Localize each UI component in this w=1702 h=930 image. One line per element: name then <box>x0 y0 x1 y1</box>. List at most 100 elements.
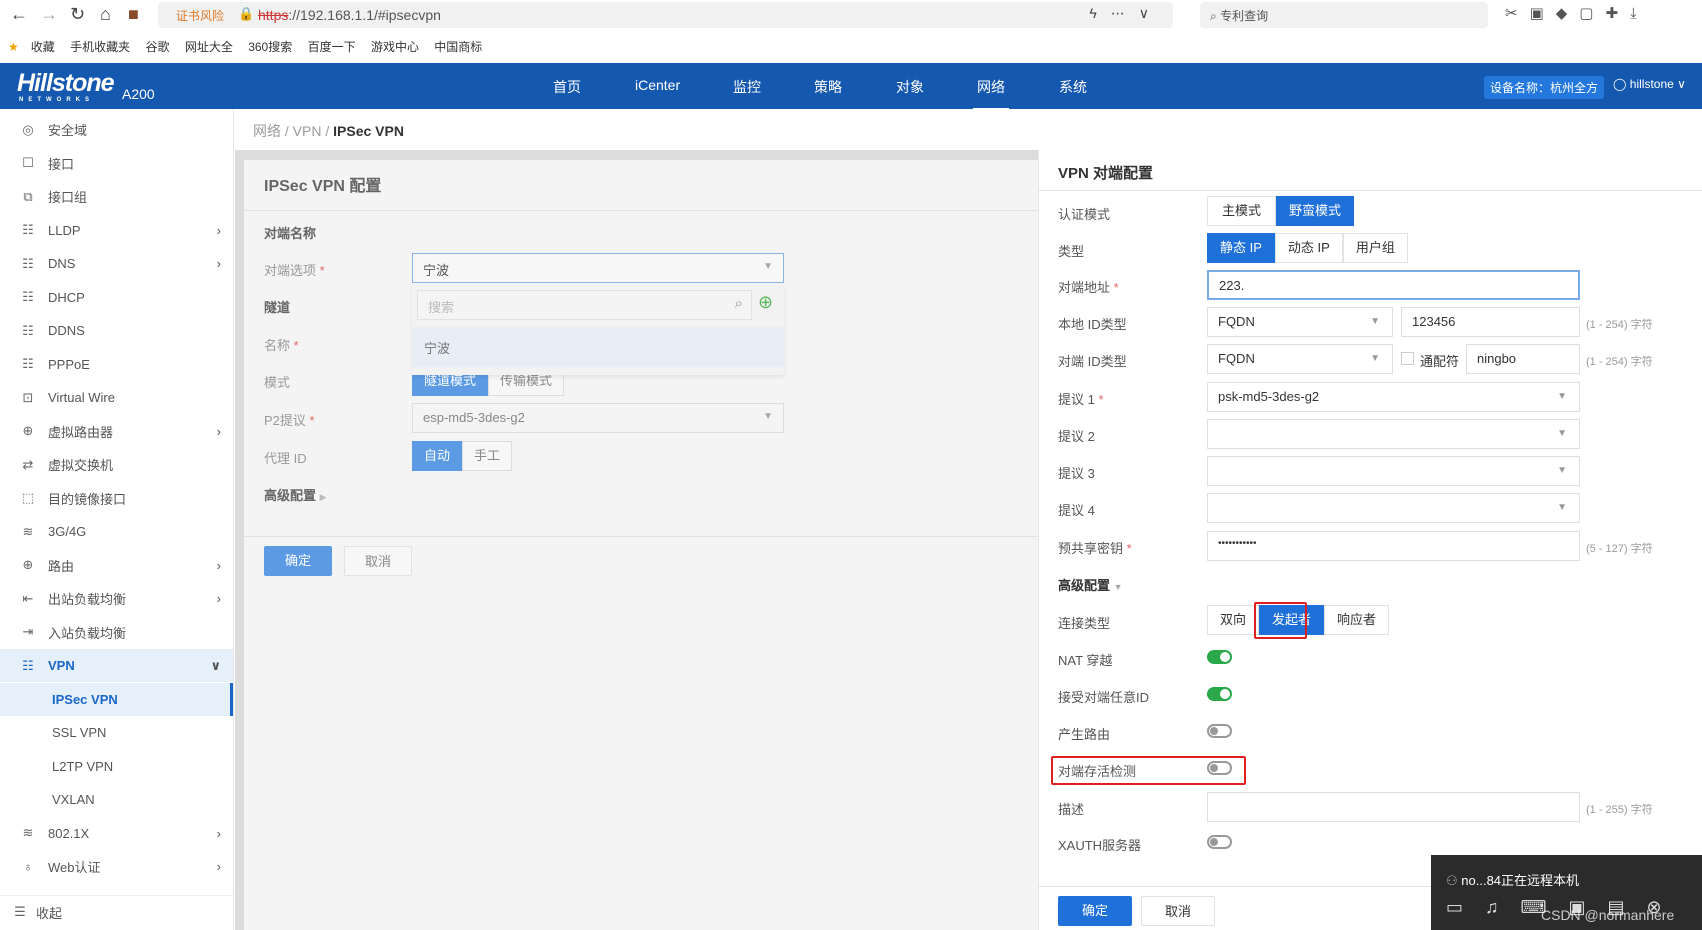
vpn-peer-config-panel: VPN 对端配置 认证模式 主模式 野蛮模式 类型 静态 IP 动态 IP 用户组 对… <box>1038 150 1702 930</box>
bookmark[interactable]: 360搜索 <box>248 40 292 54</box>
cancel-button[interactable]: 取消 <box>344 546 412 576</box>
psk-input[interactable]: ••••••••••• <box>1207 531 1580 561</box>
sidebar-item[interactable]: ⊕ 虚拟路由器 › <box>0 415 233 448</box>
sidebar-item[interactable]: ⇤ 出站负载均衡 › <box>0 582 233 615</box>
sidebar-item[interactable]: L2TP VPN <box>0 750 233 783</box>
type-dynamic-ip[interactable]: 动态 IP <box>1274 233 1343 263</box>
peer-id-input[interactable]: ningbo <box>1466 344 1580 374</box>
auth-main-mode[interactable]: 主模式 <box>1207 196 1277 226</box>
sidebar-item[interactable]: ☐ 接口 <box>0 147 233 180</box>
auth-aggressive-mode[interactable]: 野蛮模式 <box>1276 196 1355 226</box>
conn-responder[interactable]: 响应者 <box>1324 605 1390 635</box>
advanced-toggle[interactable]: 高级配置 ▶ <box>264 485 327 504</box>
sidebar-item[interactable]: ⊡ Virtual Wire <box>0 381 233 414</box>
nav-monitor[interactable]: 监控 <box>733 77 761 97</box>
sidebar-item[interactable]: ⬚ 目的镜像接口 <box>0 482 233 515</box>
type-static-ip[interactable]: 静态 IP <box>1207 233 1275 263</box>
wildcard-label: 通配符 <box>1420 354 1460 369</box>
sidebar-item[interactable]: ≋ 3G/4G <box>0 515 233 548</box>
search-icon[interactable]: ⌕ <box>735 295 743 312</box>
hillstone-logo[interactable]: Hillstone NETWORKS <box>17 69 115 103</box>
nav-icenter[interactable]: iCenter <box>635 77 680 93</box>
briefcase-icon[interactable]: ■ <box>128 4 139 25</box>
sidebar-item[interactable]: ≋ 802.1X › <box>0 817 233 850</box>
sidebar-item[interactable]: ⇄ 虚拟交换机 <box>0 448 233 481</box>
dropdown-option[interactable]: 宁波 <box>412 327 784 367</box>
nav-home[interactable]: 首页 <box>553 77 581 97</box>
bookmark[interactable]: 谷歌 <box>145 40 169 54</box>
bookmark[interactable]: 网址大全 <box>185 40 233 54</box>
xauth-toggle[interactable] <box>1207 835 1232 849</box>
sidebar-item[interactable]: ☷ VPN ∨ <box>0 649 233 682</box>
local-id-type-select[interactable]: FQDN ▼ <box>1207 307 1393 337</box>
proposal4-select[interactable]: ▼ <box>1207 493 1580 523</box>
sidebar-item[interactable]: ⇥ 入站负载均衡 <box>0 616 233 649</box>
bookmark[interactable]: 中国商标 <box>434 40 482 54</box>
proxy-manual[interactable]: 手工 <box>462 441 513 471</box>
p2-proposal-select[interactable]: esp-md5-3des-g2 ▼ <box>412 403 784 433</box>
nav-object[interactable]: 对象 <box>896 77 924 97</box>
sidebar-item[interactable]: VXLAN <box>0 783 233 816</box>
peer-id-type-select[interactable]: FQDN ▼ <box>1207 344 1393 374</box>
reload-icon[interactable]: ↻ <box>70 4 85 25</box>
dropdown-arrow-icon: ▼ <box>1557 428 1567 439</box>
breadcrumb-vpn[interactable]: VPN <box>293 123 322 139</box>
ok-button[interactable]: 确定 <box>1058 896 1132 926</box>
bookmark[interactable]: 游戏中心 <box>371 40 419 54</box>
bookmark[interactable]: 收藏 <box>31 40 55 54</box>
address-tools-icons[interactable]: ϟ⋯∨ <box>1089 5 1163 22</box>
sidebar-item[interactable]: IPSec VPN <box>0 682 233 716</box>
nav-system[interactable]: 系统 <box>1059 77 1087 97</box>
sidebar-item[interactable]: ⊕ 路由 › <box>0 549 233 582</box>
advanced-toggle[interactable]: 高级配置 ▼ <box>1058 575 1123 594</box>
browser-search-input[interactable]: ⌕ 专利查询 <box>1200 2 1488 28</box>
accept-any-id-toggle[interactable] <box>1207 687 1232 701</box>
sidebar-item[interactable]: ♁ Web认证 › <box>0 850 233 883</box>
proposal1-select[interactable]: psk-md5-3des-g2 ▼ <box>1207 382 1580 412</box>
dropdown-search-input[interactable]: 搜索 ⌕ <box>417 290 752 320</box>
peer-option-label: 对端选项 * <box>264 263 325 278</box>
local-id-input[interactable]: 123456 <box>1401 307 1580 337</box>
user-menu[interactable]: ◯ hillstone ∨ <box>1613 77 1686 91</box>
cert-warning[interactable]: 证书风险 <box>176 7 224 24</box>
sidebar-item[interactable]: ◎ 安全域 <box>0 113 233 146</box>
sidebar-item[interactable]: ☷ LLDP › <box>0 214 233 247</box>
generate-route-toggle[interactable] <box>1207 724 1232 738</box>
type-user-group[interactable]: 用户组 <box>1342 233 1408 263</box>
label-text: 高级配置 <box>264 488 317 503</box>
back-icon[interactable]: ← <box>10 4 28 25</box>
nat-traversal-toggle[interactable] <box>1207 650 1232 664</box>
conn-bidirectional[interactable]: 双向 <box>1207 605 1260 635</box>
peer-address-input[interactable]: 223. <box>1207 270 1580 300</box>
proposal2-select[interactable]: ▼ <box>1207 419 1580 449</box>
proxy-auto[interactable]: 自动 <box>412 441 463 471</box>
wildcard-checkbox[interactable] <box>1401 352 1414 365</box>
nav-network[interactable]: 网络 <box>973 77 1009 111</box>
sidebar-item[interactable]: ☷ DDNS <box>0 314 233 347</box>
chevron-right-icon: › <box>216 256 221 271</box>
nav-policy[interactable]: 策略 <box>814 77 842 97</box>
bookmark[interactable]: 百度一下 <box>308 40 356 54</box>
collapse-sidebar-button[interactable]: ☰ 收起 <box>0 895 233 928</box>
forward-icon[interactable]: → <box>40 4 58 25</box>
sidebar-item[interactable]: SSL VPN <box>0 716 233 749</box>
bookmark[interactable]: 手机收藏夹 <box>70 40 130 54</box>
ok-button[interactable]: 确定 <box>264 546 332 576</box>
sidebar-item[interactable]: ⧉ 接口组 <box>0 180 233 213</box>
description-input[interactable] <box>1207 792 1580 822</box>
breadcrumb-current: IPSec VPN <box>333 123 404 139</box>
sidebar-item-icon: ☷ <box>22 322 34 338</box>
address-bar[interactable]: 证书风险 🔒 https://192.168.1.1/#ipsecvpn ϟ⋯∨ <box>158 2 1173 28</box>
sidebar-item[interactable]: ☷ DNS › <box>0 247 233 280</box>
peer-section-title: 对端名称 <box>264 226 317 241</box>
proposal3-select[interactable]: ▼ <box>1207 456 1580 486</box>
sidebar-item[interactable]: ☷ PPPoE <box>0 348 233 381</box>
add-circle-icon[interactable]: ⊕ <box>758 292 773 313</box>
peer-option-select[interactable]: 宁波 ▼ <box>412 253 784 283</box>
user-icon: ⚇ <box>1446 873 1458 888</box>
breadcrumb-network[interactable]: 网络 <box>253 123 281 139</box>
cancel-button[interactable]: 取消 <box>1141 896 1215 926</box>
sidebar-item[interactable]: ☷ DHCP <box>0 281 233 314</box>
home-icon[interactable]: ⌂ <box>100 4 111 25</box>
extension-icons[interactable]: ✂▣◆▢✚⤓ <box>1505 4 1649 22</box>
